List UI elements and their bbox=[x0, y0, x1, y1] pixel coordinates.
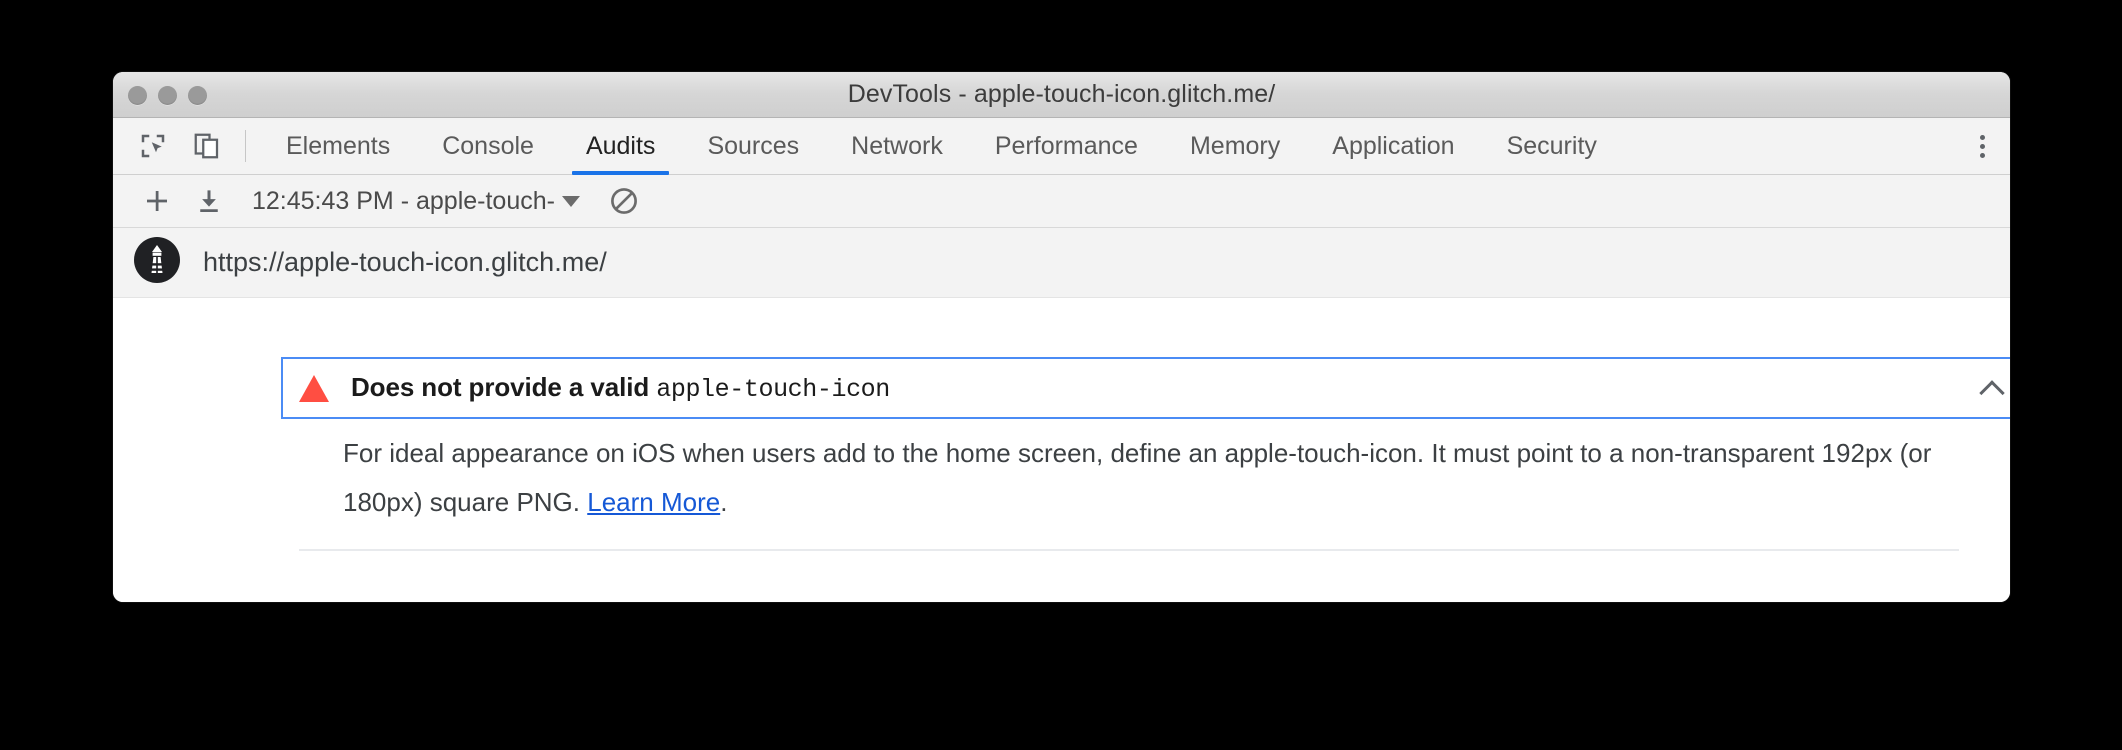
close-button[interactable] bbox=[128, 85, 147, 105]
tab-memory[interactable]: Memory bbox=[1164, 118, 1306, 174]
tabbar-right-group bbox=[1953, 118, 2010, 174]
download-icon[interactable] bbox=[183, 179, 235, 223]
audit-title-text: Does not provide a valid bbox=[351, 372, 657, 402]
minimize-button[interactable] bbox=[158, 85, 177, 105]
devtools-window: DevTools - apple-touch-icon.glitch.me/ E… bbox=[113, 72, 2010, 602]
tab-list: Elements Console Audits Sources Network … bbox=[246, 118, 1623, 175]
report-url-row: https://apple-touch-icon.glitch.me/ bbox=[113, 228, 2010, 298]
learn-more-link[interactable]: Learn More bbox=[587, 487, 720, 517]
lighthouse-glyph bbox=[134, 237, 180, 283]
kebab-dot bbox=[1979, 152, 1985, 158]
tab-label: Elements bbox=[286, 131, 391, 160]
tab-label: Security bbox=[1506, 131, 1597, 160]
warning-triangle-icon bbox=[299, 374, 329, 402]
device-toolbar-glyph bbox=[194, 133, 219, 159]
report-selector[interactable]: 12:45:43 PM - apple-touch-ico bbox=[236, 187, 580, 216]
inspect-element-icon[interactable] bbox=[129, 124, 177, 168]
tabbar-tool-icons bbox=[129, 118, 245, 174]
chevron-down-icon bbox=[562, 195, 580, 207]
audit-report-body: Does not provide a valid apple-touch-ico… bbox=[113, 298, 2010, 602]
tab-performance[interactable]: Performance bbox=[969, 118, 1164, 174]
report-url: https://apple-touch-icon.glitch.me/ bbox=[203, 247, 607, 277]
audit-item-title: Does not provide a valid apple-touch-ico… bbox=[351, 372, 890, 404]
plus-glyph bbox=[147, 191, 167, 211]
device-toolbar-icon[interactable] bbox=[183, 124, 231, 168]
kebab-dot bbox=[1979, 134, 1985, 140]
audit-title-code: apple-touch-icon bbox=[656, 375, 890, 404]
chevron-up-icon[interactable] bbox=[1979, 375, 2005, 401]
audit-description-text: For ideal appearance on iOS when users a… bbox=[343, 438, 1932, 517]
tab-security[interactable]: Security bbox=[1481, 118, 1623, 174]
maximize-button[interactable] bbox=[188, 85, 207, 105]
tab-label: Console bbox=[442, 131, 534, 160]
tab-application[interactable]: Application bbox=[1306, 118, 1480, 174]
window-titlebar: DevTools - apple-touch-icon.glitch.me/ bbox=[113, 72, 2010, 118]
audits-toolbar: 12:45:43 PM - apple-touch-ico bbox=[113, 175, 2010, 228]
report-selector-value: 12:45:43 PM - apple-touch-ico bbox=[252, 186, 554, 215]
tab-elements[interactable]: Elements bbox=[260, 118, 416, 174]
tab-label: Sources bbox=[707, 131, 800, 160]
plus-icon[interactable] bbox=[131, 179, 183, 223]
window-title: DevTools - apple-touch-icon.glitch.me/ bbox=[847, 80, 1276, 108]
tab-label: Network bbox=[851, 131, 943, 160]
scrolled-off-content bbox=[113, 298, 2010, 300]
tab-label: Performance bbox=[994, 131, 1138, 160]
tab-label: Application bbox=[1332, 131, 1455, 160]
tab-sources[interactable]: Sources bbox=[681, 118, 825, 174]
devtools-tabbar: Elements Console Audits Sources Network … bbox=[113, 118, 2010, 175]
kebab-dot bbox=[1979, 143, 1985, 149]
tab-console[interactable]: Console bbox=[416, 118, 560, 174]
traffic-light-group bbox=[128, 72, 207, 118]
clear-all-glyph bbox=[611, 188, 637, 214]
audit-description-suffix: . bbox=[720, 487, 728, 517]
clear-all-icon[interactable] bbox=[596, 179, 652, 223]
tab-label: Audits bbox=[585, 131, 656, 160]
inspect-element-glyph bbox=[141, 134, 165, 158]
tab-network[interactable]: Network bbox=[825, 118, 969, 174]
section-divider bbox=[299, 549, 1959, 551]
tab-label: Memory bbox=[1189, 131, 1281, 160]
more-options-icon[interactable] bbox=[1954, 118, 2010, 175]
audit-description: For ideal appearance on iOS when users a… bbox=[343, 429, 1993, 527]
download-glyph bbox=[200, 190, 218, 212]
tab-audits[interactable]: Audits bbox=[560, 118, 681, 175]
lighthouse-logo bbox=[133, 236, 181, 289]
audit-item-apple-touch-icon[interactable]: Does not provide a valid apple-touch-ico… bbox=[281, 357, 2010, 419]
screenshot-root: DevTools - apple-touch-icon.glitch.me/ E… bbox=[0, 0, 2122, 750]
